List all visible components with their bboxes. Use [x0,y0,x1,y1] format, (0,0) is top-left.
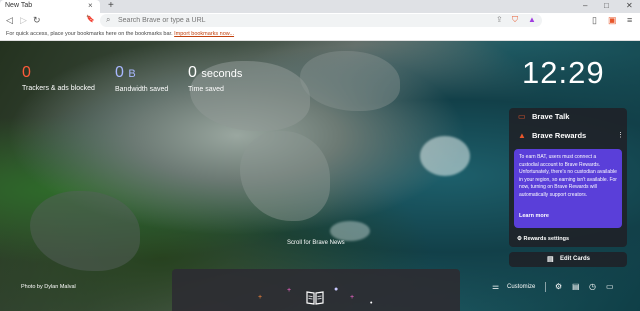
background-rock [300,51,400,111]
video-camera-icon: ▭ [518,112,526,121]
background-rock [30,191,140,271]
stat-label: Bandwidth saved [115,86,169,93]
background-rock [240,131,330,221]
customize-icon[interactable]: ⚌ [492,282,499,291]
stat-value: 0 [188,64,197,81]
minimize-icon[interactable]: – [583,1,587,10]
clock: 12:29 [522,55,605,90]
tab-new-tab[interactable]: New Tab × [0,0,100,13]
url-input[interactable] [116,16,211,25]
more-options-icon[interactable]: ⋮ [617,131,624,139]
brave-news-icon [306,291,324,305]
history-icon[interactable]: ◷ [589,282,596,291]
sparkle-icon: + [350,294,355,301]
import-bookmarks-link[interactable]: Import bookmarks now... [174,31,234,37]
edit-cards-icon: ▤ [547,256,554,263]
sparkle-icon: + [258,294,263,301]
tab-strip: New Tab × + – □ ✕ [0,0,640,13]
gear-icon: ⚙ [517,236,522,242]
wallet-icon[interactable]: ▣ [608,15,617,26]
scroll-brave-news-hint: Scroll for Brave News [287,240,345,246]
reload-icon[interactable]: ↻ [33,15,41,26]
customize-button[interactable]: Customize [507,284,535,290]
forward-icon[interactable]: ▷ [20,15,27,26]
stat-unit: seconds [201,68,243,80]
stat-bandwidth-saved: 0 B Bandwidth saved [115,64,169,94]
sidebar-icon[interactable]: ▯ [592,15,597,26]
search-icon: ⌕ [106,15,111,24]
rewards-settings-link[interactable]: ⚙ Rewards settings [517,236,569,242]
brave-rewards-title: Brave Rewards [532,131,587,140]
rewards-info-text: To earn BAT, users must connect a custod… [519,154,617,198]
rewards-info-box: To earn BAT, users must connect a custod… [514,149,622,228]
sparkle-icon: + [287,287,292,294]
share-icon[interactable]: ⇪ [496,15,503,24]
sparkle-icon: ● [334,286,339,293]
back-icon[interactable]: ◁ [6,15,13,26]
new-tab-button[interactable]: + [108,0,114,11]
edit-cards-label: Edit Cards [560,256,591,262]
rewards-settings-label: Rewards settings [523,236,570,242]
brave-shields-icon[interactable]: ⛉ [512,15,518,25]
background-foam [330,221,370,241]
tab-close-icon[interactable]: × [88,1,93,10]
brave-talk-title: Brave Talk [532,112,570,121]
stat-unit: B [128,68,136,80]
stat-label: Time saved [188,86,224,93]
background-foam [420,136,470,176]
edit-cards-button[interactable]: ▤ Edit Cards [509,252,627,267]
new-tab-page: 0 Trackers & ads blocked 0 B Bandwidth s… [0,41,640,311]
toolbar: ◁ ▷ ↻ 🔖 ⌕ ⇪ ⛉ ▲ ▯ ▣ ≡ [0,13,640,29]
brave-news-panel[interactable]: + + ● + • [172,269,460,311]
close-window-icon[interactable]: ✕ [626,1,633,10]
stat-time-saved: 0 seconds Time saved [188,64,243,94]
maximize-icon[interactable]: □ [604,1,609,10]
bat-logo-icon: ▲ [518,131,526,140]
bookmarks-icon[interactable]: ▤ [572,282,580,291]
bookmarks-hint: For quick access, place your bookmarks h… [6,31,173,37]
bookmark-icon[interactable]: 🔖 [86,15,95,23]
brave-rewards-card: ▲ Brave Rewards ⋮ To earn BAT, users mus… [509,126,627,247]
brave-rewards-icon[interactable]: ▲ [528,15,536,24]
brave-talk-card[interactable]: ▭ Brave Talk [509,108,627,126]
settings-icon[interactable]: ⚙ [555,282,562,291]
bookmarks-bar: For quick access, place your bookmarks h… [0,29,640,41]
menu-icon[interactable]: ≡ [627,15,632,25]
divider [545,282,546,292]
url-bar[interactable]: ⌕ ⇪ ⛉ ▲ [100,14,542,27]
stat-value: 0 [22,64,31,81]
tab-title: New Tab [5,2,33,9]
stat-value: 0 [115,64,124,81]
sparkle-icon: • [370,300,373,307]
learn-more-link[interactable]: Learn more [519,213,549,219]
stat-label: Trackers & ads blocked [22,85,95,92]
video-icon[interactable]: ▭ [606,282,614,291]
photo-credit: Photo by Dylan Malval [21,284,76,290]
stat-trackers-blocked: 0 Trackers & ads blocked [22,64,95,93]
